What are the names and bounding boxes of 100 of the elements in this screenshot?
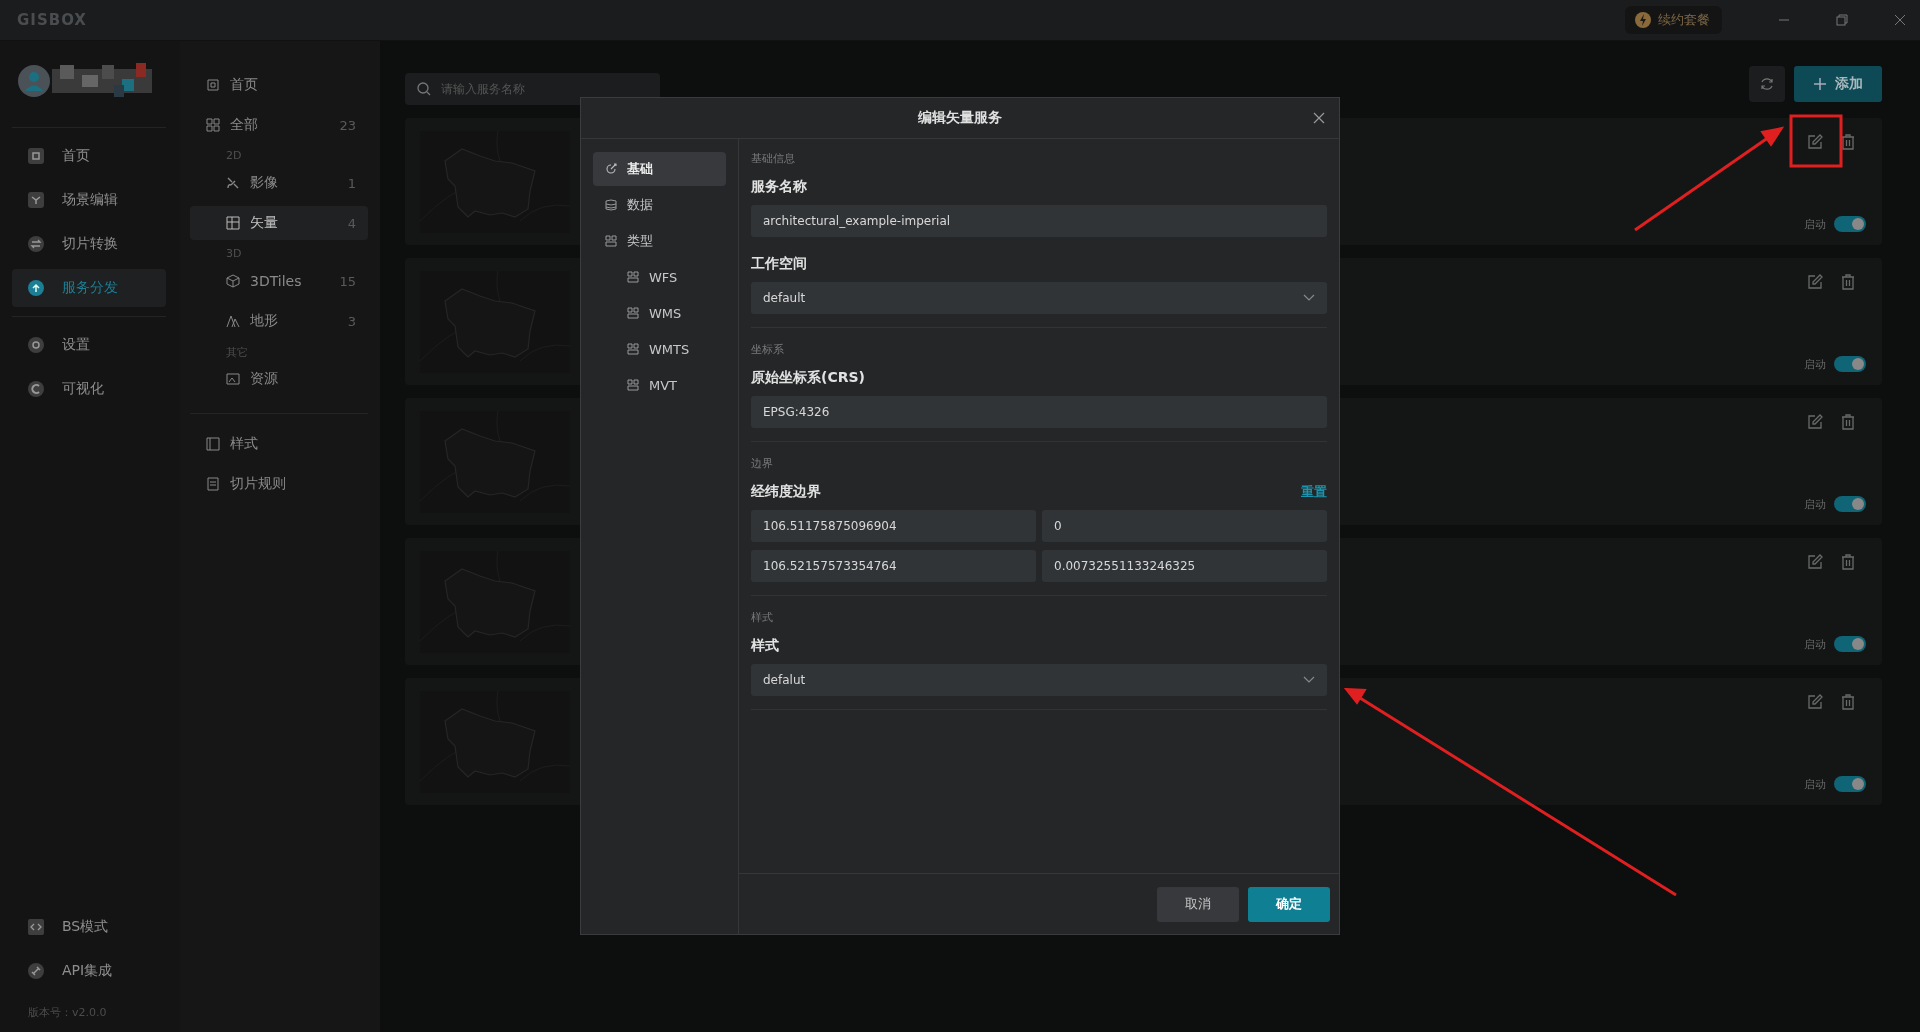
- toggle-switch[interactable]: [1834, 216, 1866, 232]
- category-item[interactable]: 首页: [190, 68, 368, 102]
- image-icon: [226, 372, 240, 386]
- home-icon: [206, 78, 220, 92]
- trash-icon[interactable]: [1840, 414, 1856, 430]
- field-label: 样式: [751, 637, 779, 655]
- category-item[interactable]: 切片规则: [190, 467, 368, 501]
- refresh-icon: [1759, 75, 1775, 92]
- chevron-down-icon: [1303, 294, 1315, 302]
- mountain-icon: [226, 314, 240, 328]
- nav-item[interactable]: 切片转换: [12, 225, 166, 263]
- toggle-label: 启动: [1804, 496, 1826, 512]
- text-field[interactable]: 106.52157573354764: [751, 550, 1036, 582]
- trash-icon[interactable]: [1840, 274, 1856, 290]
- cube-icon: [226, 274, 240, 288]
- highlight-box: [1789, 114, 1843, 168]
- avatar-icon: [18, 65, 50, 97]
- toggle-switch[interactable]: [1834, 356, 1866, 372]
- close-icon[interactable]: [1894, 14, 1906, 26]
- category-item[interactable]: 样式: [190, 427, 368, 461]
- layout-icon: [627, 307, 639, 319]
- code-icon: [28, 919, 44, 935]
- layout-icon: [605, 235, 617, 247]
- map-icon: [226, 216, 240, 230]
- toggle-label: 启动: [1804, 356, 1826, 372]
- nav-item[interactable]: 场景编辑: [12, 181, 166, 219]
- document-icon: [206, 477, 220, 491]
- field-label: 经纬度边界: [751, 483, 821, 501]
- toggle-label: 启动: [1804, 776, 1826, 792]
- dialog-menu-item[interactable]: 类型: [593, 224, 726, 258]
- text-field[interactable]: 106.51175875096904: [751, 510, 1036, 542]
- nav-item[interactable]: 设置: [12, 326, 166, 364]
- dialog-menu-item[interactable]: WMTS: [593, 332, 726, 366]
- trash-icon[interactable]: [1840, 134, 1856, 150]
- category-item[interactable]: 矢量 4: [190, 206, 368, 240]
- grid-icon: [206, 118, 220, 132]
- category-item[interactable]: 全部 23: [190, 108, 368, 142]
- edit-icon[interactable]: [1807, 554, 1823, 570]
- category-item[interactable]: 资源: [190, 362, 368, 396]
- trash-icon[interactable]: [1840, 554, 1856, 570]
- logo-icon: [28, 381, 44, 397]
- book-icon: [206, 437, 220, 451]
- refresh-button[interactable]: [1749, 65, 1785, 102]
- database-icon: [605, 199, 617, 211]
- home-icon: [28, 148, 44, 164]
- section-heading: 基础信息: [751, 151, 796, 166]
- swap-icon: [28, 236, 44, 252]
- target-icon: [605, 163, 617, 175]
- cube-icon: [28, 192, 44, 208]
- upload-icon: [28, 280, 44, 296]
- restore-icon[interactable]: [1836, 14, 1848, 26]
- dialog-menu-item[interactable]: MVT: [593, 368, 726, 402]
- chevron-down-icon: [1303, 676, 1315, 684]
- dropdown[interactable]: defalut: [751, 664, 1327, 696]
- group-heading: 3D: [225, 246, 243, 261]
- field-label: 原始坐标系(CRS): [751, 369, 865, 387]
- dialog-menu-item[interactable]: 数据: [593, 188, 726, 222]
- toggle-label: 启动: [1804, 216, 1826, 232]
- edit-icon[interactable]: [1807, 134, 1823, 150]
- layout-icon: [627, 379, 639, 391]
- trash-icon[interactable]: [1840, 694, 1856, 710]
- add-button[interactable]: 添加: [1794, 65, 1882, 102]
- section-heading: 坐标系: [751, 342, 785, 357]
- edit-icon[interactable]: [1807, 414, 1823, 430]
- dialog-menu-item[interactable]: WMS: [593, 296, 726, 330]
- dialog-menu-item[interactable]: 基础: [593, 152, 726, 186]
- dropdown[interactable]: default: [751, 282, 1327, 314]
- field-label: 工作空间: [751, 255, 807, 273]
- nav-item[interactable]: 服务分发: [12, 269, 166, 307]
- category-item[interactable]: 3DTiles 15: [190, 264, 368, 298]
- dialog-menu-item[interactable]: WFS: [593, 260, 726, 294]
- category-item[interactable]: 影像 1: [190, 166, 368, 200]
- toggle-switch[interactable]: [1834, 776, 1866, 792]
- layout-icon: [627, 271, 639, 283]
- plus-icon: [1813, 76, 1827, 91]
- nav-item[interactable]: BS模式: [12, 908, 166, 946]
- dialog-title: 编辑矢量服务: [918, 109, 1002, 127]
- cancel-button[interactable]: 取消: [1157, 886, 1239, 922]
- field-label: 服务名称: [751, 178, 807, 196]
- section-heading: 样式: [751, 610, 774, 625]
- text-field[interactable]: architectural_example-imperial: [751, 205, 1327, 237]
- confirm-button[interactable]: 确定: [1248, 886, 1330, 922]
- renew-button[interactable]: 续约套餐: [1625, 6, 1722, 34]
- nav-item[interactable]: 首页: [12, 137, 166, 175]
- gear-icon: [28, 337, 44, 353]
- toggle-switch[interactable]: [1834, 496, 1866, 512]
- edit-icon[interactable]: [1807, 694, 1823, 710]
- section-heading: 边界: [751, 456, 774, 471]
- category-item[interactable]: 地形 3: [190, 304, 368, 338]
- toggle-switch[interactable]: [1834, 636, 1866, 652]
- layout-icon: [627, 343, 639, 355]
- text-field[interactable]: 0.00732551133246325: [1042, 550, 1327, 582]
- search-icon: [417, 82, 431, 96]
- close-icon[interactable]: [1313, 112, 1325, 124]
- edit-icon[interactable]: [1807, 274, 1823, 290]
- text-field[interactable]: EPSG:4326: [751, 396, 1327, 428]
- reset-link[interactable]: 重置: [1301, 483, 1327, 501]
- nav-item[interactable]: 可视化: [12, 370, 166, 408]
- text-field[interactable]: 0: [1042, 510, 1327, 542]
- nav-item[interactable]: API集成: [12, 952, 166, 990]
